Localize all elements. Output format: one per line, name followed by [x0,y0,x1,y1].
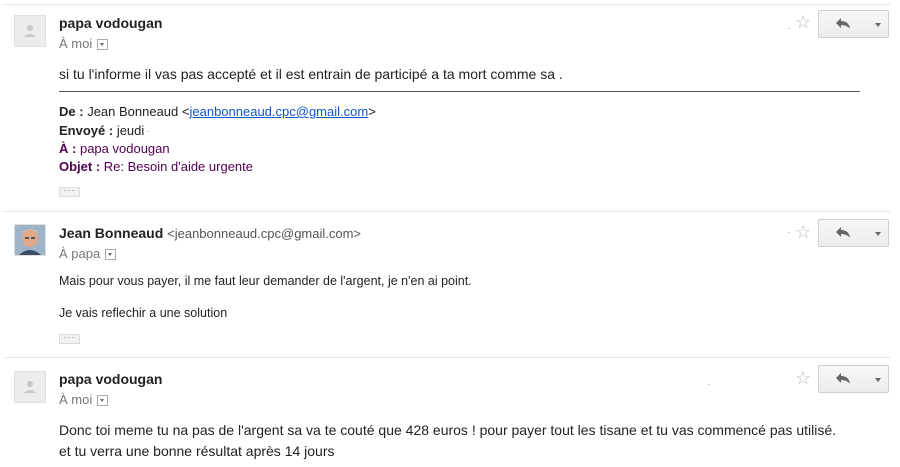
sender-name-text: Jean Bonneaud [59,225,164,241]
message-body-line: Donc toi meme tu na pas de l'argent sa v… [59,422,836,438]
recipient-line: À papa [59,246,117,261]
quoted-from-close: > [368,104,376,119]
reply-button-group [818,365,889,393]
details-dropdown-icon[interactable] [97,39,109,51]
quoted-to: À : papa vodougan [59,141,170,156]
recipient-name: papa [71,246,101,261]
quoted-to-label: À : [59,141,77,156]
quote-separator [59,91,860,92]
sender-name[interactable]: papa vodougan [59,371,162,387]
quoted-subject-value: Re: Besoin d'aide urgente [103,159,253,174]
recipient-name: moi [71,36,93,51]
recipient-line: À moi [59,36,109,51]
redaction-mark [708,384,710,385]
show-trimmed-content-button[interactable]: ··· [59,186,80,197]
avatar [14,224,46,256]
reply-button-group [818,10,889,38]
sender-name[interactable]: Jean Bonneaud <jeanbonneaud.cpc@gmail.co… [59,225,361,241]
reply-arrow-icon [836,18,850,29]
details-dropdown-icon[interactable] [97,395,109,407]
person-silhouette-icon [15,372,45,402]
reply-button[interactable] [818,365,870,393]
reply-arrow-icon [836,227,850,238]
recipient-prefix: À [59,392,68,407]
message-body-line: et tu verra une bonne résultat après 14 … [59,443,335,459]
reply-button[interactable] [818,219,870,247]
more-actions-button[interactable] [868,10,889,38]
message-divider [4,357,890,358]
more-actions-button[interactable] [868,219,889,247]
quoted-from: De : Jean Bonneaud <jeanbonneaud.cpc@gma… [59,104,376,119]
sender-email: <jeanbonneaud.cpc@gmail.com> [167,226,362,241]
profile-photo [15,225,45,255]
sender-name[interactable]: papa vodougan [59,15,162,31]
quoted-sent-value: jeudi [116,123,145,138]
message-divider [4,211,890,212]
show-trimmed-content-button[interactable]: ··· [59,333,80,344]
recipient-prefix: À [59,246,68,261]
quoted-sent-label: Envoyé : [59,123,114,138]
top-divider [4,4,890,5]
quoted-from-label: De : [59,104,84,119]
redaction-mark [788,28,790,29]
reply-button[interactable] [818,10,870,38]
redaction-mark [147,131,149,132]
quoted-from-email-link[interactable]: jeanbonneaud.cpc@gmail.com [189,104,368,119]
recipient-line: À moi [59,392,109,407]
star-icon[interactable]: ☆ [795,369,811,387]
quoted-to-value: papa vodougan [79,141,170,156]
avatar [14,371,46,403]
star-icon[interactable]: ☆ [795,13,811,31]
message-body-line: Je vais reflechir a une solution [59,306,228,320]
reply-button-group [818,219,889,247]
quoted-subject: Objet : Re: Besoin d'aide urgente [59,159,253,174]
quoted-from-name: Jean Bonneaud < [87,104,190,119]
reply-arrow-icon [836,373,850,384]
message-body-line: si tu l'informe il vas pas accepté et il… [59,66,563,82]
star-icon[interactable]: ☆ [795,223,811,241]
quoted-sent: Envoyé : jeudi [59,123,144,138]
more-actions-button[interactable] [868,365,889,393]
recipient-prefix: À [59,36,68,51]
details-dropdown-icon[interactable] [105,249,117,261]
quoted-subject-label: Objet : [59,159,101,174]
message-body-line: Mais pour vous payer, il me faut leur de… [59,274,472,288]
avatar [14,15,46,47]
redaction-mark [788,232,790,233]
person-silhouette-icon [15,16,45,46]
recipient-name: moi [71,392,93,407]
